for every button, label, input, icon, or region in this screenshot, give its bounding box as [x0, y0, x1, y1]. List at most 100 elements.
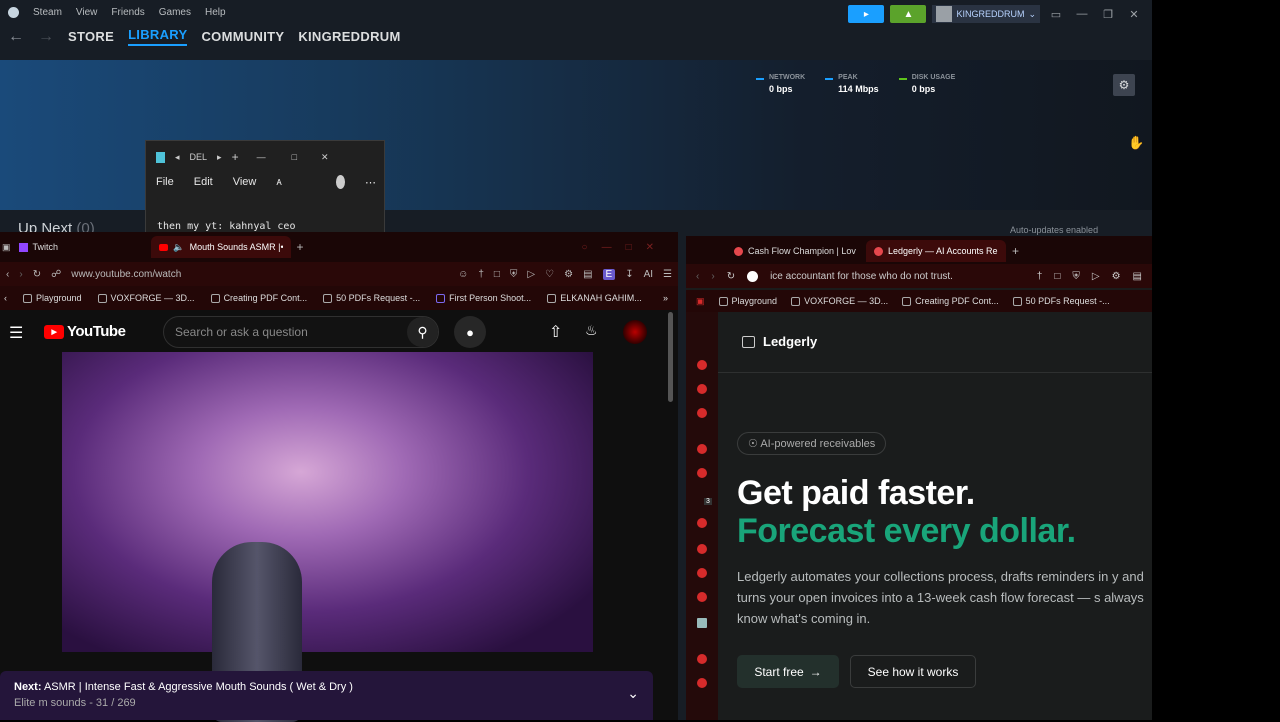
bookmark-item[interactable]: 50 PDFs Request -...	[323, 293, 420, 303]
sidebar-icon[interactable]	[697, 408, 707, 418]
video-player[interactable]	[62, 352, 593, 722]
user-menu[interactable]: KINGREDDRUM ⌄	[932, 5, 1040, 23]
hamburger-icon[interactable]: ☰	[9, 323, 23, 343]
menu-edit[interactable]: Edit	[194, 176, 213, 188]
tab-library[interactable]: LIBRARY	[128, 27, 188, 46]
voice-search-button[interactable]: ●	[454, 316, 486, 348]
bookmark-item[interactable]: VOXFORGE — 3D...	[97, 293, 195, 303]
sidebar-icon[interactable]	[697, 468, 707, 478]
maximize-icon[interactable]: □	[292, 152, 297, 162]
menu-icon[interactable]: ☰	[663, 269, 672, 280]
upload-icon[interactable]: ⇧	[549, 322, 562, 342]
more-icon[interactable]: ⋯	[365, 176, 376, 189]
extension-icon[interactable]: ⚙	[564, 269, 573, 280]
screenshot-icon[interactable]: □	[1054, 271, 1060, 282]
start-free-button[interactable]: Start free →	[737, 655, 839, 688]
menu-friends[interactable]: Friends	[111, 7, 144, 18]
puzzle-icon[interactable]: ▤	[1133, 271, 1142, 282]
pin-icon[interactable]: †	[478, 269, 484, 280]
notifications-button[interactable]: ▲	[890, 5, 927, 23]
back-arrow-icon[interactable]: ‹	[6, 269, 9, 280]
steam-logo-icon[interactable]	[8, 7, 19, 18]
url-field[interactable]: ice accountant for those who do not trus…	[770, 271, 1025, 282]
ai-button[interactable]: AI	[644, 269, 653, 280]
reload-icon[interactable]: ↻	[727, 271, 735, 282]
tab-prev-icon[interactable]: ◂	[175, 152, 180, 163]
menu-view[interactable]: View	[233, 176, 257, 188]
back-arrow-icon[interactable]: ←	[8, 28, 24, 46]
new-tab-icon[interactable]: +	[297, 240, 304, 254]
reload-icon[interactable]: ↻	[33, 269, 41, 280]
bookmark-item[interactable]: ELKANAH GAHIM...	[547, 293, 642, 303]
scrollbar[interactable]	[668, 312, 673, 402]
see-how-button[interactable]: See how it works	[850, 655, 976, 688]
extension-icon[interactable]: ⚙	[1112, 271, 1121, 282]
sidebar-icon[interactable]	[697, 444, 707, 454]
monitor-icon[interactable]: ▭	[1046, 8, 1066, 21]
menu-help[interactable]: Help	[205, 7, 226, 18]
minimize-icon[interactable]: —	[257, 152, 266, 162]
sidebar-icon[interactable]	[697, 518, 707, 528]
tab-ledgerly[interactable]: Ledgerly — AI Accounts Re	[866, 240, 1006, 262]
close-icon[interactable]: ✕	[321, 152, 329, 163]
sidebar-icon[interactable]	[697, 654, 707, 664]
sidebar-toggle-icon[interactable]: ▣	[696, 296, 705, 307]
menu-file[interactable]: File	[156, 176, 174, 188]
download-icon[interactable]: ↧	[625, 269, 633, 280]
bookmark-item[interactable]: VOXFORGE — 3D...	[791, 296, 888, 306]
youtube-search-input[interactable]: Search or ask a question	[163, 316, 439, 348]
sidebar-icon[interactable]	[697, 360, 707, 370]
avatar[interactable]	[623, 320, 647, 344]
tab-profile[interactable]: KINGREDDRUM	[298, 29, 400, 44]
notepad-tab[interactable]: DEL	[190, 152, 208, 162]
new-tab-icon[interactable]: +	[1012, 244, 1019, 258]
bell-icon[interactable]: ♨	[585, 322, 598, 339]
forward-arrow-icon[interactable]: ›	[19, 269, 22, 280]
new-tab-icon[interactable]: +	[232, 150, 239, 164]
bookmark-item[interactable]: 50 PDFs Request -...	[1012, 296, 1110, 306]
bookmark-item[interactable]: Creating PDF Cont...	[902, 296, 999, 306]
sidebar-icon[interactable]	[697, 678, 707, 688]
pin-icon[interactable]: †	[1037, 271, 1043, 282]
sidebar-icon[interactable]	[697, 544, 707, 554]
menu-steam[interactable]: Steam	[33, 7, 62, 18]
tab-community[interactable]: COMMUNITY	[201, 29, 284, 44]
notes-icon[interactable]	[697, 618, 707, 628]
tab-twitch[interactable]: Twitch	[11, 236, 151, 258]
puzzle-icon[interactable]: ▤	[583, 269, 592, 280]
url-field[interactable]: www.youtube.com/watch	[71, 269, 448, 280]
announce-button[interactable]: ▸	[848, 5, 885, 23]
maximize-icon[interactable]: ❐	[1098, 8, 1118, 21]
minimize-icon[interactable]: —	[1072, 8, 1092, 20]
menu-view[interactable]: View	[76, 7, 98, 18]
bookmark-item[interactable]: Creating PDF Cont...	[210, 293, 307, 303]
chevron-down-icon[interactable]: ⌄	[627, 685, 639, 702]
tab-store[interactable]: STORE	[68, 29, 114, 44]
sidebar-icon[interactable]	[697, 568, 707, 578]
menu-games[interactable]: Games	[159, 7, 191, 18]
tab-next-icon[interactable]: ▸	[217, 152, 222, 163]
play-icon[interactable]: ▷	[1092, 271, 1100, 282]
search-button[interactable]: ⚲	[407, 317, 438, 347]
sidebar-icon[interactable]	[697, 592, 707, 602]
youtube-logo[interactable]: ▶ YouTube	[44, 323, 126, 340]
bookmark-item[interactable]: First Person Shoot...	[436, 293, 531, 303]
forward-arrow-icon[interactable]: →	[38, 28, 54, 46]
screenshot-icon[interactable]: □	[494, 269, 500, 280]
notepad-text[interactable]: then my yt: kahnyal ceo	[157, 221, 295, 232]
sidebar-icon[interactable]	[697, 384, 707, 394]
close-icon[interactable]: ✕	[1124, 8, 1144, 21]
tab-youtube[interactable]: 🔈 Mouth Sounds ASMR |•	[150, 236, 291, 258]
shield-icon[interactable]: ⛨	[510, 269, 518, 280]
next-up-panel[interactable]: Next: ASMR | Intense Fast & Aggressive M…	[0, 671, 653, 720]
sidebar-icon[interactable]: ‹	[4, 293, 7, 303]
forward-arrow-icon[interactable]: ›	[711, 271, 714, 282]
heart-icon[interactable]: ♡	[545, 269, 554, 280]
tab-cashflow[interactable]: Cash Flow Champion | Lov	[726, 240, 866, 262]
account-icon[interactable]	[335, 175, 345, 189]
settings-button[interactable]: ⚙	[1113, 74, 1135, 96]
bookmark-item[interactable]: Playground	[718, 296, 777, 306]
play-icon[interactable]: ▷	[527, 269, 535, 280]
more-bookmarks-icon[interactable]: »	[663, 293, 674, 303]
back-arrow-icon[interactable]: ‹	[696, 271, 699, 282]
